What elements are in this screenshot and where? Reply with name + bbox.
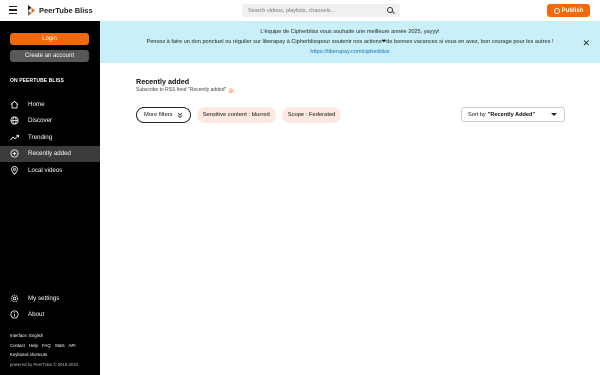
sidebar-item-about[interactable]: About <box>0 307 100 324</box>
location-icon <box>10 165 19 175</box>
instance-banner: L'équipe de Cipherbliss vous souhaite un… <box>100 21 600 63</box>
filter-bar: More filters Sensitive content : blurred… <box>136 107 342 123</box>
sidebar-item-label: About <box>28 311 45 319</box>
footer-link-stats[interactable]: Stats <box>55 343 65 348</box>
more-filters-button[interactable]: More filters <box>136 107 191 123</box>
footer-link-api[interactable]: API <box>69 343 76 348</box>
create-account-button[interactable]: Create an account <box>10 50 89 62</box>
sidebar-item-home[interactable]: Home <box>0 96 100 113</box>
close-icon[interactable]: ✕ <box>582 38 590 49</box>
sidebar-footer: Interface: English Contact Help FAQ Stat… <box>10 331 79 369</box>
app-name: PeerTube Bliss <box>39 6 93 15</box>
banner-line-1: L'équipe de Cipherbliss vous souhaite un… <box>260 29 440 35</box>
rss-subscribe-link[interactable]: Subscribe to RSS feed "Recently added" <box>136 87 234 93</box>
sidebar-item-label: My settings <box>28 294 60 302</box>
search-icon[interactable] <box>387 7 393 13</box>
search-box <box>242 4 400 17</box>
more-filters-label: More filters <box>144 112 173 118</box>
gear-icon <box>10 294 19 303</box>
filter-chip-sensitive-content[interactable]: Sensitive content : blurred <box>196 107 276 123</box>
rss-icon <box>229 87 234 93</box>
upload-icon <box>553 7 560 14</box>
filter-chip-scope[interactable]: Scope : Federated <box>281 107 342 123</box>
top-bar: PeerTube Bliss Publish <box>0 0 600 21</box>
login-button[interactable]: Login <box>10 33 89 45</box>
sidebar-item-label: Discover <box>28 117 53 125</box>
sort-prefix: Sort by <box>468 111 486 118</box>
sidebar-item-label: Recently added <box>28 150 71 158</box>
info-icon <box>10 310 19 319</box>
sidebar-item-recently-added[interactable]: Recently added <box>0 145 100 162</box>
sidebar-item-label: Trending <box>28 133 53 141</box>
trending-icon <box>10 133 19 142</box>
sidebar-section-title: ON PEERTUBE BLISS <box>10 78 64 84</box>
sidebar-item-trending[interactable]: Trending <box>0 129 100 146</box>
publish-button[interactable]: Publish <box>547 4 590 17</box>
sidebar-item-my-settings[interactable]: My settings <box>0 290 100 307</box>
page-title: Recently added <box>136 77 190 86</box>
plus-circle-icon <box>10 149 19 158</box>
sidebar-nav: Home Discover Trending Recently added Lo… <box>0 96 100 179</box>
sidebar-item-discover[interactable]: Discover <box>0 113 100 130</box>
logo[interactable]: PeerTube Bliss <box>28 5 93 16</box>
peertube-logo-icon <box>28 5 35 16</box>
menu-icon[interactable] <box>9 6 17 14</box>
sidebar: Login Create an account ON PEERTUBE BLIS… <box>0 21 100 375</box>
chevron-down-icon <box>551 113 557 116</box>
footer-link-help[interactable]: Help <box>29 343 38 348</box>
footer-links: Contact Help FAQ Stats API <box>10 341 79 351</box>
chevrons-down-icon <box>177 112 183 119</box>
sidebar-item-label: Home <box>28 100 45 108</box>
keyboard-shortcuts-link[interactable]: Keyboard shortcuts <box>10 350 79 360</box>
footer-link-faq[interactable]: FAQ <box>42 343 51 348</box>
publish-label: Publish <box>561 7 584 14</box>
sidebar-bottom-nav: My settings About <box>0 290 100 323</box>
globe-icon <box>10 116 19 125</box>
search-input[interactable] <box>242 7 377 14</box>
footer-link-contact[interactable]: Contact <box>10 343 25 348</box>
sidebar-item-label: Local videos <box>28 166 63 174</box>
home-icon <box>10 100 19 109</box>
rss-text: Subscribe to RSS feed "Recently added" <box>136 87 227 93</box>
powered-by[interactable]: powered by PeerTube © 2015-2022 <box>10 360 79 370</box>
interface-language[interactable]: Interface: English <box>10 331 79 341</box>
sort-select[interactable]: Sort by "Recently Added" <box>461 107 565 122</box>
sort-value: "Recently Added" <box>487 111 536 118</box>
sidebar-item-local-videos[interactable]: Local videos <box>0 162 100 179</box>
banner-line-2: Pensez à faire un don ponctuel ou réguli… <box>146 39 554 45</box>
banner-link[interactable]: https://liberapay.com/cipherbliss <box>100 49 600 55</box>
